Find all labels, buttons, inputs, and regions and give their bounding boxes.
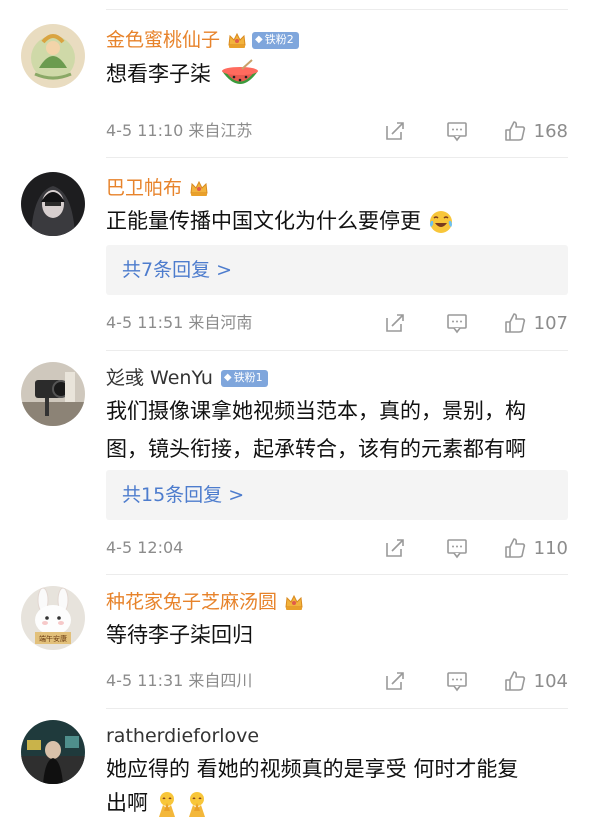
avatar[interactable] — [21, 172, 85, 236]
pray-emoji-icon — [158, 792, 175, 817]
like-count: 110 — [533, 537, 568, 559]
comment-text: 她应得的 看她的视频真的是享受 何时才能复 出啊 — [106, 752, 568, 820]
username-text[interactable]: 彣彧 WenYu — [106, 365, 213, 391]
avatar[interactable]: 端午安康 — [21, 586, 85, 650]
username-text[interactable]: 金色蜜桃仙子 — [106, 27, 220, 53]
fan-badge-label: 铁粉1 — [233, 371, 263, 384]
fan-badge: ◆ 铁粉2 — [252, 31, 299, 49]
comment-actions: 107 — [384, 310, 568, 336]
like-icon[interactable] — [504, 537, 526, 559]
like-count: 104 — [533, 670, 568, 692]
comment-text-line: 我们摄像课拿她视频当范本，真的，景别，构 — [106, 399, 526, 423]
like-icon[interactable] — [504, 120, 526, 142]
like-icon[interactable] — [504, 312, 526, 334]
share-icon[interactable] — [384, 120, 406, 142]
fan-badge-label: 铁粉2 — [264, 33, 294, 46]
previous-comment-divider — [0, 0, 590, 14]
fan-badge-icon: ◆ — [255, 34, 263, 45]
comment-actions: 110 — [384, 535, 568, 561]
share-icon[interactable] — [384, 537, 406, 559]
fan-badge-icon: ◆ — [223, 372, 232, 383]
comment-icon[interactable] — [446, 312, 468, 334]
comment-divider — [106, 350, 568, 351]
username[interactable]: ratherdieforlove — [106, 723, 259, 749]
comment-meta: 4-5 11:51 来自河南 — [106, 313, 253, 332]
like-count: 107 — [533, 312, 568, 334]
comment-text-content: 等待李子柒回归 — [106, 623, 253, 647]
comment-text: 我们摄像课拿她视频当范本，真的，景别，构 图，镜头衔接，起承转合，该有的元素都有… — [106, 394, 568, 466]
comment-text: 等待李子柒回归 — [106, 618, 568, 652]
comment-text-line: 她应得的 看她的视频真的是享受 何时才能复 — [106, 757, 519, 781]
view-replies-button[interactable]: 共15条回复 > — [106, 470, 568, 520]
view-replies-button[interactable]: 共7条回复 > — [106, 245, 568, 295]
username[interactable]: 彣彧 WenYu ◆ 铁粉1 — [106, 365, 268, 391]
avatar-sign-text: 端午安康 — [39, 634, 67, 643]
avatar[interactable] — [21, 24, 85, 88]
laugh-cry-emoji-icon — [429, 211, 452, 233]
comment-divider — [106, 574, 568, 575]
comment-icon[interactable] — [446, 537, 468, 559]
comment-divider — [106, 157, 568, 158]
crown-badge-icon — [190, 180, 208, 196]
comment-icon[interactable] — [446, 120, 468, 142]
username[interactable]: 种花家兔子芝麻汤圆 — [106, 589, 305, 615]
share-icon[interactable] — [384, 312, 406, 334]
username[interactable]: 金色蜜桃仙子 ◆ 铁粉2 — [106, 27, 299, 53]
comment-text-line: 图，镜头衔接，起承转合，该有的元素都有啊 — [106, 437, 526, 461]
comment-text-line: 出啊 — [106, 786, 568, 820]
like-icon[interactable] — [504, 670, 526, 692]
comment-divider — [106, 708, 568, 709]
comment-text-content: 想看李子柒 — [106, 62, 211, 86]
username[interactable]: 巴卫帕布 — [106, 175, 210, 201]
comment-meta: 4-5 12:04 — [106, 538, 184, 557]
crown-badge-icon — [228, 32, 246, 48]
username-text[interactable]: 种花家兔子芝麻汤圆 — [106, 589, 277, 615]
comment-actions: 168 — [384, 118, 568, 144]
comment-text-content: 出啊 — [106, 791, 148, 815]
comment-text-content: 正能量传播中国文化为什么要停更 — [106, 209, 421, 233]
view-replies-label[interactable]: 共7条回复 > — [122, 245, 232, 295]
comment-meta: 4-5 11:31 来自四川 — [106, 671, 253, 690]
comment-text: 想看李子柒 — [106, 57, 568, 93]
comment-actions: 104 — [384, 668, 568, 694]
share-icon[interactable] — [384, 670, 406, 692]
username-text[interactable]: ratherdieforlove — [106, 723, 259, 749]
comment-text: 正能量传播中国文化为什么要停更 — [106, 204, 568, 238]
pray-emoji-icon — [189, 792, 206, 817]
avatar[interactable] — [21, 362, 85, 426]
crown-badge-icon — [285, 594, 303, 610]
comment-meta: 4-5 11:10 来自江苏 — [106, 121, 253, 140]
fan-badge: ◆ 铁粉1 — [220, 369, 268, 387]
view-replies-label[interactable]: 共15条回复 > — [122, 470, 244, 520]
avatar[interactable] — [21, 720, 85, 784]
like-count: 168 — [533, 120, 568, 142]
comment-icon[interactable] — [446, 670, 468, 692]
watermelon-emoji-icon — [221, 59, 258, 84]
username-text[interactable]: 巴卫帕布 — [106, 175, 182, 201]
